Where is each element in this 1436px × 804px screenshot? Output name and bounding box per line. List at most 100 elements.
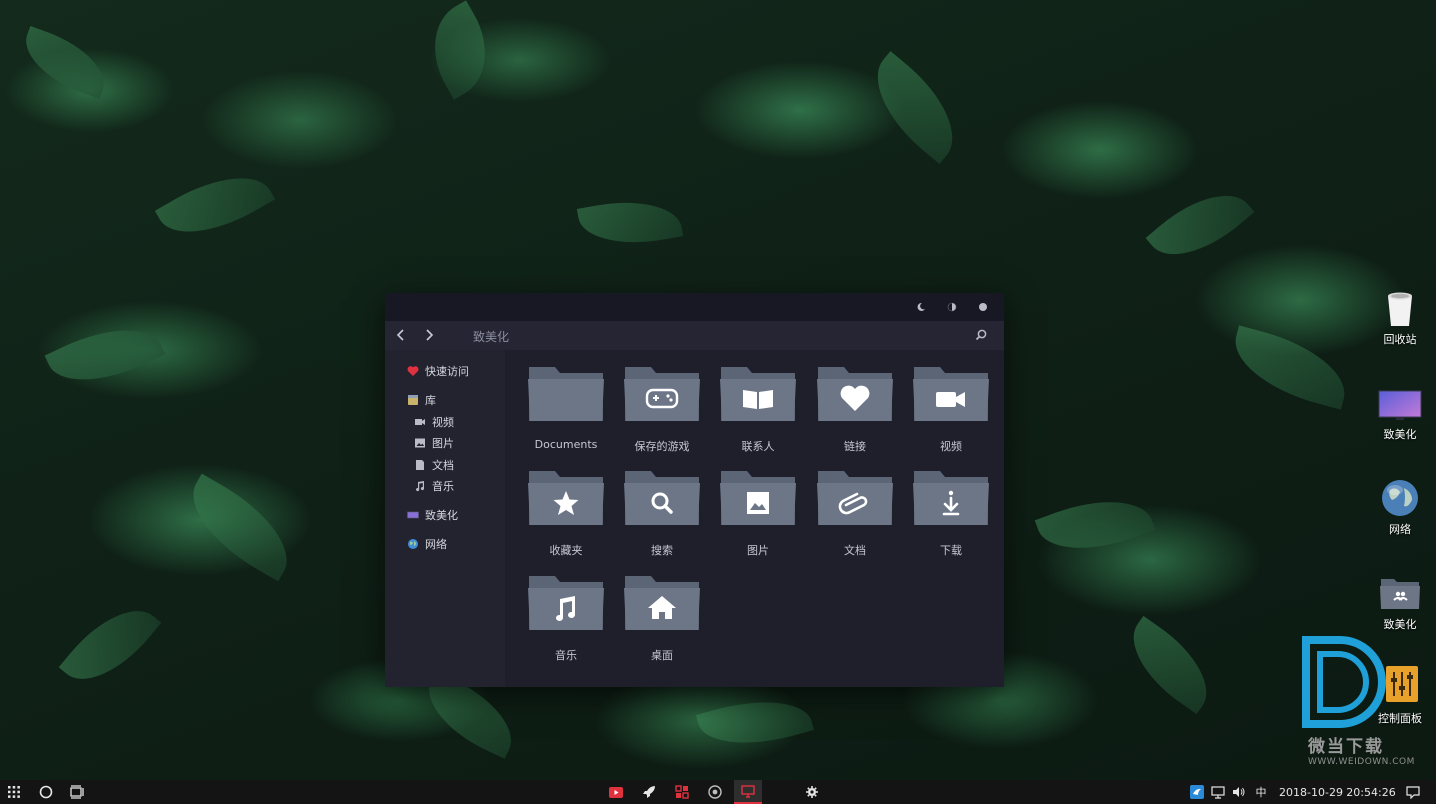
wallpaper-leaf <box>154 155 276 255</box>
tray-network[interactable] <box>1209 780 1227 804</box>
address-bar[interactable]: 致美化 <box>473 328 509 345</box>
folder-item[interactable]: 搜索 <box>622 469 702 561</box>
folder-label: 视频 <box>940 440 962 453</box>
heart-icon <box>817 367 893 421</box>
tray-ime[interactable]: 中 <box>1252 780 1270 804</box>
apps-icon <box>675 785 689 799</box>
chevron-left-icon <box>396 329 404 341</box>
folder-item[interactable]: 收藏夹 <box>526 469 606 561</box>
start-button[interactable] <box>4 780 24 804</box>
sidebar-item-quick-access[interactable]: 快速访问 <box>407 362 469 380</box>
library-icon <box>408 395 418 405</box>
maximize-halfmoon-icon[interactable] <box>947 302 957 312</box>
chevron-right-icon <box>426 329 434 341</box>
document-icon <box>416 460 424 470</box>
desktop-icon-label: 网络 <box>1389 523 1411 536</box>
sidebar-item-label: 图片 <box>432 437 454 450</box>
desktop-icon-zhimeihua-monitor[interactable]: 致美化 <box>1370 388 1430 468</box>
blank-folder-icon <box>528 367 604 421</box>
chrome-icon <box>708 785 722 799</box>
folder-label: 下载 <box>940 544 962 557</box>
folder-label: 收藏夹 <box>549 544 583 557</box>
rocket-icon <box>643 786 655 798</box>
folder-item[interactable]: Documents <box>526 365 606 457</box>
sidebar-item-music[interactable]: 音乐 <box>414 477 454 495</box>
tray-time[interactable]: 20:54:26 <box>1346 780 1396 804</box>
wallpaper-leaf <box>174 473 306 582</box>
forward-button[interactable] <box>419 325 439 345</box>
sidebar-item-label: 文档 <box>432 459 454 472</box>
taskbar-app-settings[interactable] <box>802 780 822 804</box>
sidebar-item-label: 库 <box>425 394 436 407</box>
download-icon <box>913 471 989 525</box>
taskbar-app-rocket[interactable] <box>639 780 659 804</box>
tray-app-icon[interactable] <box>1188 780 1206 804</box>
sidebar-item-label: 快速访问 <box>425 365 469 378</box>
folder-item[interactable]: 图片 <box>718 469 798 561</box>
task-view-icon <box>70 785 84 799</box>
window-titlebar[interactable] <box>385 293 1004 321</box>
desktop-icon-label: 致美化 <box>1383 428 1417 441</box>
image-icon <box>415 438 425 448</box>
folder-item[interactable]: 桌面 <box>622 574 702 666</box>
star-icon <box>528 471 604 525</box>
wallpaper-leaf <box>1224 325 1356 410</box>
folder-item[interactable]: 音乐 <box>526 574 606 666</box>
sidebar-item-network[interactable]: 网络 <box>407 535 447 553</box>
notification-icon <box>1406 785 1420 799</box>
taskbar-app-grid[interactable] <box>672 780 692 804</box>
close-circle-icon[interactable] <box>978 302 988 312</box>
search-button[interactable] <box>36 780 56 804</box>
gamepad-icon <box>624 367 700 421</box>
network-icon <box>1211 785 1225 799</box>
taskbar-app-explorer[interactable] <box>734 780 762 804</box>
taskbar-app-youtube[interactable] <box>606 780 626 804</box>
monitor-icon <box>741 784 755 798</box>
desktop-icon-network[interactable]: 网络 <box>1370 478 1430 558</box>
minimize-moon-icon[interactable] <box>916 302 926 312</box>
tray-bird-icon <box>1190 785 1204 799</box>
wallpaper-leaf <box>414 0 506 100</box>
tray-volume[interactable] <box>1230 780 1248 804</box>
folder-label: 文档 <box>844 544 866 557</box>
sidebar-item-zhimeihua[interactable]: 致美化 <box>407 506 458 524</box>
tray-date[interactable]: 2018-10-29 <box>1278 780 1344 804</box>
folder-item[interactable]: 下载 <box>911 469 991 561</box>
sidebar-item-label: 音乐 <box>432 480 454 493</box>
youtube-icon <box>609 786 623 798</box>
folder-item[interactable]: 视频 <box>911 365 991 457</box>
heart-icon <box>407 366 419 376</box>
action-center-button[interactable] <box>1402 780 1424 804</box>
sidebar-item-label: 网络 <box>425 538 447 551</box>
folder-item[interactable]: 文档 <box>815 469 895 561</box>
taskbar-app-chrome[interactable] <box>705 780 725 804</box>
sidebar-item-library[interactable]: 库 <box>407 391 436 409</box>
magnifier-icon <box>624 471 700 525</box>
folder-item[interactable]: 保存的游戏 <box>622 365 702 457</box>
folder-item[interactable]: 联系人 <box>718 365 798 457</box>
folder-label: 联系人 <box>741 440 775 453</box>
wallpaper-leaf <box>1034 482 1156 568</box>
desktop-icon-recycle-bin[interactable]: 回收站 <box>1370 288 1430 368</box>
navigation-pane: 快速访问 库 视频 图片 文档 音乐 致美化 网络 <box>385 350 505 687</box>
watermark-url: WWW.WEIDOWN.COM <box>1308 757 1415 767</box>
folder-label: 保存的游戏 <box>634 440 690 453</box>
wallpaper-leaf <box>696 686 814 759</box>
sidebar-item-documents[interactable]: 文档 <box>414 456 454 474</box>
sidebar-item-videos[interactable]: 视频 <box>414 413 454 431</box>
back-button[interactable] <box>391 325 411 345</box>
wallpaper-leaf <box>855 51 975 164</box>
sidebar-item-pictures[interactable]: 图片 <box>414 434 454 452</box>
search-icon[interactable] <box>973 327 989 343</box>
task-view-button[interactable] <box>68 780 88 804</box>
wallpaper-leaf <box>1145 173 1255 277</box>
image-icon <box>720 471 796 525</box>
music-note-icon <box>416 481 425 492</box>
book-icon <box>720 367 796 421</box>
desktop-icon-label: 回收站 <box>1383 333 1417 346</box>
monitor-icon <box>1378 390 1422 420</box>
folder-item[interactable]: 链接 <box>815 365 895 457</box>
monitor-icon <box>407 511 419 519</box>
music-note-icon <box>528 576 604 630</box>
folder-view: Documents 保存的游戏 联系人 链接 视频 收藏夹 搜索 图片 文档 下… <box>505 350 1004 687</box>
